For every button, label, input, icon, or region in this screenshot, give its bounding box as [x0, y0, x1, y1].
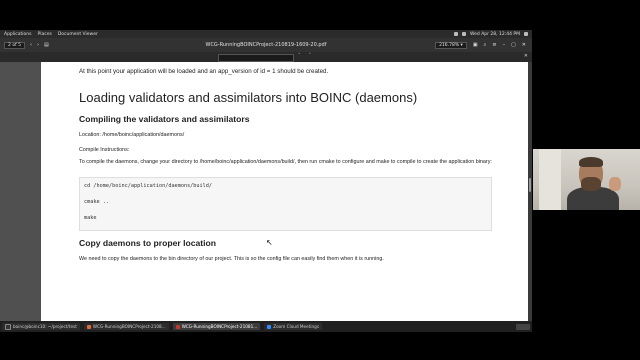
print-icon[interactable]: ▣ — [473, 42, 478, 48]
document-viewer-menu[interactable]: Document Viewer — [58, 32, 98, 37]
taskbar: boinc@boinc10: ~/project/test WCG-Runnin… — [0, 321, 532, 332]
taskbar-item-label: Zoom Cloud Meetings — [273, 324, 319, 329]
zoom-level: 216.78% — [439, 42, 460, 48]
copy-paragraph: We need to copy the daemons to the bin d… — [79, 256, 384, 262]
presenter-hand — [609, 177, 621, 191]
pdf-icon — [175, 324, 180, 329]
page-total: of 5 — [12, 42, 21, 48]
clock[interactable]: Wed Apr 28, 12:44 PM — [470, 32, 520, 37]
presenter-hair — [579, 157, 603, 167]
compile-instructions-label: Compile Instructions: — [79, 147, 130, 153]
sidebar-toggle-icon[interactable]: ▤ — [44, 42, 49, 48]
code-line: cd /home/boinc/application/daemons/build… — [84, 183, 213, 189]
page-number-field[interactable]: 2 of 5 — [4, 41, 25, 49]
next-page-icon[interactable]: › — [37, 42, 39, 48]
find-close-icon[interactable]: ✕ — [524, 53, 528, 59]
find-next-icon[interactable]: ˅ — [309, 53, 312, 59]
power-icon[interactable] — [524, 32, 528, 36]
code-line: cmake .. — [84, 199, 109, 205]
scrollbar-thumb[interactable] — [529, 178, 531, 192]
zoom-select[interactable]: 216.78% ▾ — [435, 41, 467, 49]
maximize-icon[interactable]: ▢ — [511, 42, 516, 48]
terminal-icon — [5, 323, 11, 330]
subsection-heading-copy: Copy daemons to proper location — [79, 238, 217, 248]
taskbar-item-pdf[interactable]: WCG-RunningBOINCProject-21081... — [172, 323, 261, 330]
compile-paragraph: To compile the daemons, change your dire… — [79, 159, 492, 165]
intro-text: At this point your application will be l… — [79, 68, 329, 75]
presenter-beard — [581, 177, 601, 191]
menu-icon[interactable]: ≡ — [492, 42, 496, 48]
close-window-icon[interactable]: ✕ — [522, 42, 526, 48]
viewer-toolbar: 2 of 5 ‹ › ▤ WCG-RunningBOINCProject-210… — [0, 38, 532, 52]
code-block: cd /home/boinc/application/daemons/build… — [79, 177, 492, 231]
taskbar-item-label: WCG-RunningBOINCProject-2108... — [92, 324, 166, 329]
system-top-bar: Applications Places Document Viewer Wed … — [0, 30, 532, 38]
taskbar-item-browser[interactable]: WCG-RunningBOINCProject-2108... — [83, 323, 169, 330]
taskbar-item-zoom[interactable]: Zoom Cloud Meetings — [264, 323, 322, 330]
subsection-heading-compile: Compiling the validators and assimilator… — [79, 114, 250, 124]
browser-icon — [86, 324, 91, 329]
applications-menu[interactable]: Applications — [4, 32, 32, 37]
taskbar-item-terminal[interactable]: boinc@boinc10: ~/project/test — [2, 323, 80, 330]
taskbar-item-label: boinc@boinc10: ~/project/test — [13, 324, 77, 329]
section-heading: Loading validators and assimilators into… — [79, 90, 418, 105]
desktop-screen: Applications Places Document Viewer Wed … — [0, 30, 532, 332]
find-input[interactable] — [218, 54, 294, 62]
zoom-icon — [267, 324, 272, 329]
location-text: Location: /home/boinc/application/daemon… — [79, 132, 185, 138]
volume-icon[interactable] — [461, 32, 466, 36]
vertical-scrollbar[interactable] — [528, 62, 532, 321]
network-icon[interactable] — [453, 32, 458, 36]
page-number: 2 — [8, 42, 11, 48]
places-menu[interactable]: Places — [38, 32, 52, 37]
webcam-video-feed — [533, 149, 640, 210]
document-area[interactable]: At this point your application will be l… — [0, 62, 532, 321]
background-door — [539, 149, 561, 210]
previous-page-icon[interactable]: ‹ — [30, 42, 32, 48]
workspace-switcher[interactable] — [516, 323, 530, 330]
find-bar: ˄ ˅ ✕ — [0, 52, 532, 62]
mouse-cursor-icon: ↖ — [266, 238, 273, 247]
minimize-icon[interactable]: – — [503, 42, 506, 48]
search-icon[interactable]: ⌕ — [484, 42, 487, 48]
pdf-page: At this point your application will be l… — [41, 62, 528, 321]
taskbar-item-label: WCG-RunningBOINCProject-21081... — [181, 324, 258, 329]
find-previous-icon[interactable]: ˄ — [298, 53, 301, 59]
code-line: make — [84, 215, 97, 221]
